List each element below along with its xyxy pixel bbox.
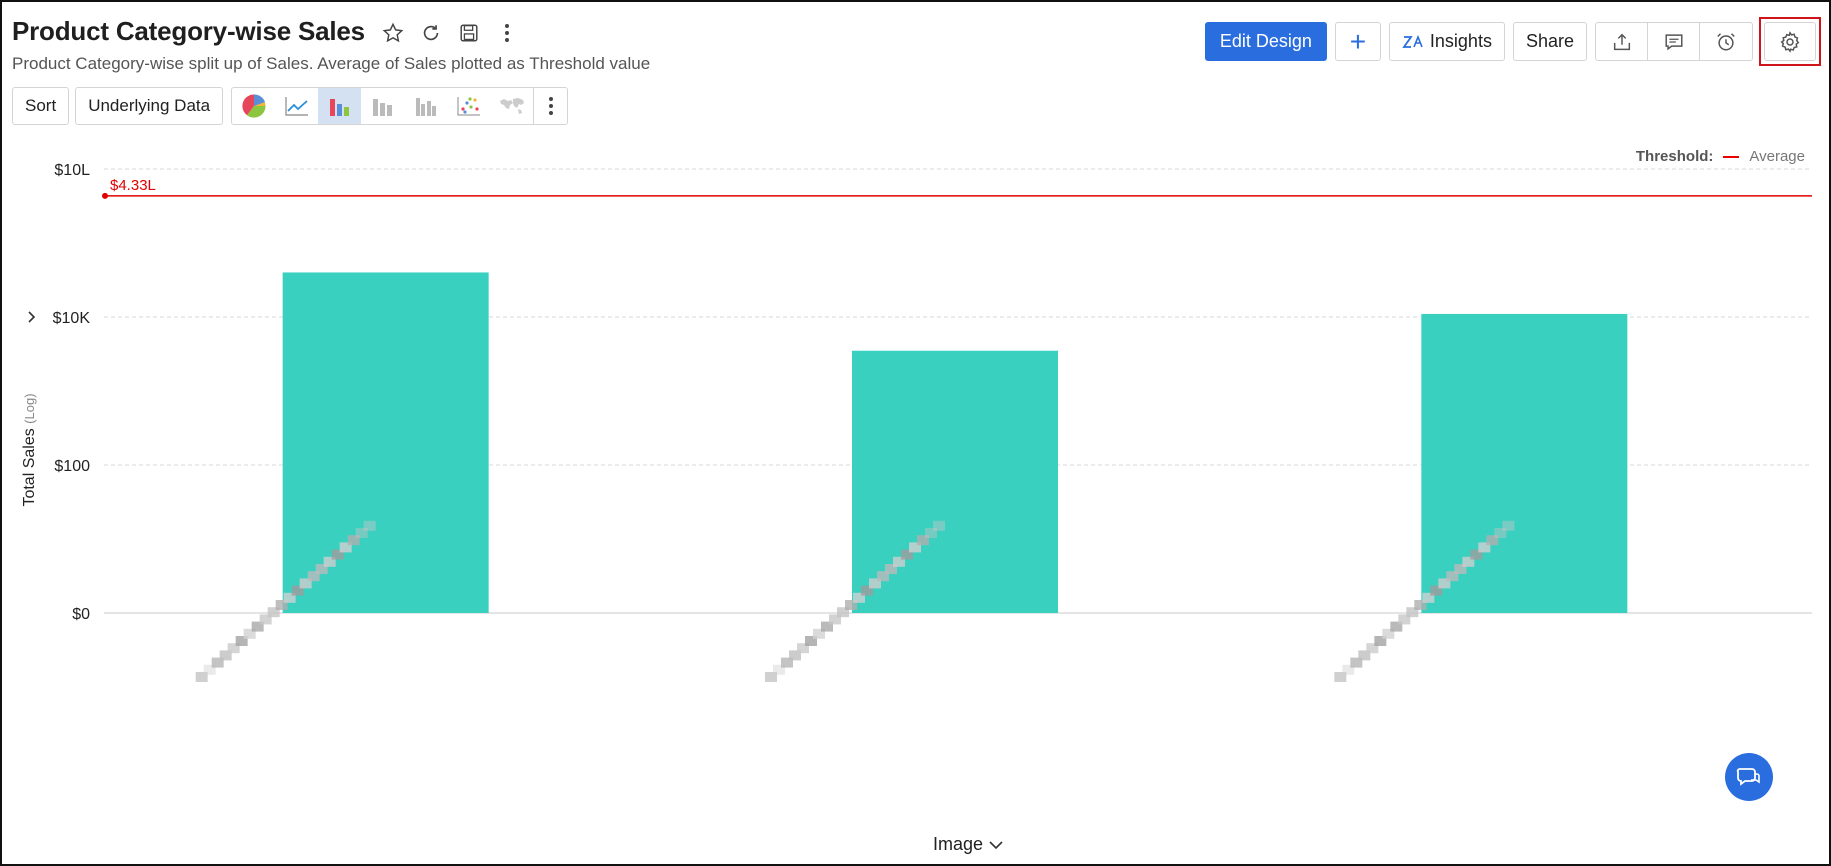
star-icon[interactable] [380,20,406,46]
line-chart-icon[interactable] [275,88,318,124]
chat-button[interactable] [1725,753,1773,801]
add-button[interactable]: + [1334,22,1381,61]
y-tick-label: $10K [53,310,91,327]
refresh-icon[interactable] [418,20,444,46]
bar [282,272,489,613]
share-button[interactable]: Share [1512,22,1587,61]
bar [1421,313,1628,613]
chart-type-switcher [231,87,569,125]
y-tick-label: $0 [72,606,90,623]
export-icon[interactable] [1596,23,1648,60]
chevron-right-icon [28,311,36,323]
more-vertical-icon[interactable] [533,88,567,124]
comment-icon[interactable] [1648,23,1700,60]
alarm-icon[interactable] [1700,23,1752,60]
gear-icon [1780,30,1800,53]
top-action-bar: Edit Design + Insights Share [1204,17,1821,66]
edit-design-button[interactable]: Edit Design [1204,22,1327,61]
underlying-data-button[interactable]: Underlying Data [75,87,224,125]
threshold-value-label: $4.33L [110,177,156,194]
scatter-chart-icon[interactable] [447,88,490,124]
y-tick-label: $10L [54,162,90,179]
bar-chart: $0 $100 $10K $10L Total Sales (Log) $4.33L [21,162,1812,682]
bar-chart-icon[interactable] [318,88,362,124]
insights-button[interactable]: Insights [1388,22,1505,61]
y-axis-title: Total Sales (Log) [21,393,38,506]
x-axis-label: Image [933,834,984,854]
y-axis-scale-note: (Log) [22,393,37,423]
map-chart-icon[interactable] [490,88,533,124]
pie-chart-icon[interactable] [232,88,275,124]
zia-icon [1402,34,1423,48]
x-axis-title[interactable]: Image [933,834,1003,855]
insights-label: Insights [1429,31,1492,51]
grouped-bar-chart-icon[interactable] [404,88,447,124]
chart-area: $0 $100 $10K $10L Total Sales (Log) $4.33L [0,130,1831,866]
page-title: Product Category-wise Sales [12,16,365,46]
title-actions [380,20,520,46]
settings-highlight [1759,17,1821,66]
y-tick-label: $100 [54,458,90,475]
utility-buttons [1595,22,1753,61]
chat-icon [1736,768,1760,786]
settings-button[interactable] [1764,22,1816,61]
threshold-marker [102,192,108,199]
sort-button[interactable]: Sort [12,87,70,125]
save-icon[interactable] [456,20,482,46]
more-vertical-icon[interactable] [494,20,520,46]
chart-toolbar: Sort Underlying Data [12,87,569,125]
stacked-bar-chart-icon[interactable] [361,88,404,124]
chevron-down-icon [989,840,1003,849]
page-subtitle: Product Category-wise split up of Sales.… [12,54,651,73]
